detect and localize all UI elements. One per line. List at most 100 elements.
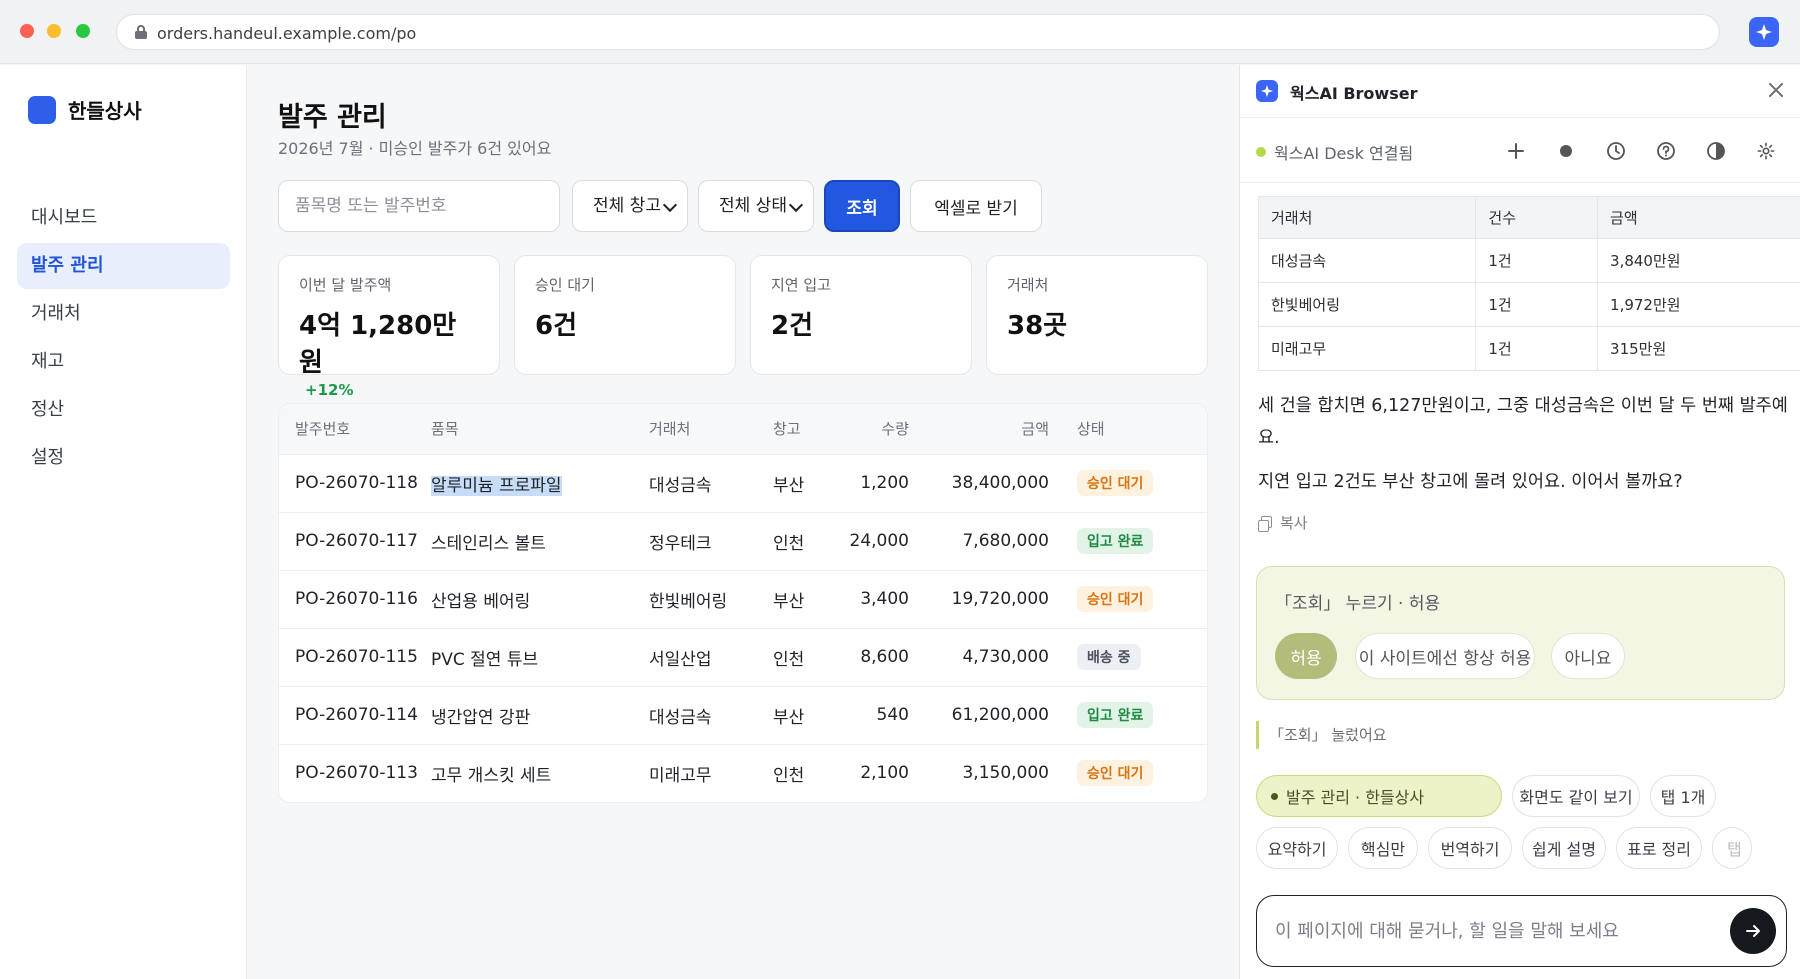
table-row[interactable]: PO-26070-118 알루미늄 프로파일 대성금속 부산 1,200 38,… xyxy=(279,453,1207,512)
allow-button[interactable]: 허용 xyxy=(1275,633,1337,679)
lock-icon xyxy=(135,25,147,39)
maximize-window-button[interactable] xyxy=(76,24,90,38)
assistant-message: 세 건을 합치면 6,127만원이고, 그중 대성금속은 이번 달 두 번째 발… xyxy=(1258,396,1788,448)
context-chip-label: 발주 관리 · 한들상사 xyxy=(1286,788,1425,807)
warehouse-select-value: 전체 창고 xyxy=(593,196,661,216)
chip-translate[interactable]: 번역하기 xyxy=(1428,827,1512,869)
summary-row: 미래고무 1건 315만원 xyxy=(1257,326,1800,371)
chip-explain-simply[interactable]: 쉽게 설명 xyxy=(1522,827,1606,869)
chip-tab-partial[interactable]: 탭 xyxy=(1712,827,1752,869)
table-row[interactable]: PO-26070-116 산업용 베어링 한빛베어링 부산 3,400 19,7… xyxy=(279,569,1207,628)
summary-row: 대성금속 1건 3,840만원 xyxy=(1257,238,1800,283)
chip-key-points[interactable]: 핵심만 xyxy=(1348,827,1418,869)
col-header-amount[interactable]: 금액 xyxy=(909,404,1049,454)
status-select[interactable]: 전체 상태 xyxy=(698,180,814,232)
stat-card-pending-approval: 승인 대기 6건 xyxy=(514,255,736,375)
send-button[interactable] xyxy=(1730,908,1776,954)
quantity: 1,200 xyxy=(833,453,909,512)
chip-to-table[interactable]: 표로 정리 xyxy=(1616,827,1702,869)
summary-cell: 한빛베어링 xyxy=(1257,282,1477,327)
warehouse: 인천 xyxy=(773,511,833,570)
summary-cell: 대성금속 xyxy=(1257,238,1477,283)
sidebar: 한들상사 대시보드 발주 관리 거래처 재고 정산 설정 xyxy=(0,65,247,979)
history-clock-icon[interactable] xyxy=(1604,139,1628,163)
quantity: 540 xyxy=(833,685,909,744)
sidebar-item-inventory[interactable]: 재고 xyxy=(17,339,230,385)
arrow-right-icon xyxy=(1746,925,1760,937)
col-header-qty[interactable]: 수량 xyxy=(833,404,909,454)
stat-value: 2건 xyxy=(771,311,814,341)
stat-label: 지연 입고 xyxy=(771,276,831,294)
table-row[interactable]: PO-26070-114 냉간압연 강판 대성금속 부산 540 61,200,… xyxy=(279,685,1207,744)
action-confirm-card: 「조회」 누르기 · 허용 허용 이 사이트에선 항상 허용 아니요 xyxy=(1256,566,1785,700)
filter-bar: 전체 창고 전체 상태 조회 엑셀로 받기 xyxy=(278,180,1238,232)
brand-name: 한들상사 xyxy=(68,99,142,123)
assistant-message: 지연 입고 2건도 부산 창고에 몰려 있어요. 이어서 볼까요? xyxy=(1258,472,1683,492)
amount: 38,400,000 xyxy=(909,453,1049,512)
col-header-warehouse[interactable]: 창고 xyxy=(773,404,833,454)
brand[interactable]: 한들상사 xyxy=(28,95,142,124)
sidebar-item-dashboard[interactable]: 대시보드 xyxy=(17,195,230,241)
col-header-order-no[interactable]: 발주번호 xyxy=(279,404,431,454)
sidebar-item-settlement[interactable]: 정산 xyxy=(17,387,230,433)
summary-header-vendor: 거래처 xyxy=(1257,196,1477,239)
col-header-vendor[interactable]: 거래처 xyxy=(649,404,773,454)
status-badge: 승인 대기 xyxy=(1077,760,1154,787)
vendor: 서일산업 xyxy=(649,627,773,686)
context-chip-current-page[interactable]: 발주 관리 · 한들상사 xyxy=(1256,775,1502,817)
minimize-window-button[interactable] xyxy=(47,24,61,38)
warehouse: 부산 xyxy=(773,569,833,628)
item-name-selected: 알루미늄 프로파일 xyxy=(431,475,562,496)
settings-gear-icon[interactable] xyxy=(1754,139,1778,163)
record-icon[interactable] xyxy=(1554,139,1578,163)
deny-button[interactable]: 아니요 xyxy=(1551,633,1625,679)
ai-assistant-button[interactable] xyxy=(1749,17,1779,47)
sidebar-item-settings[interactable]: 설정 xyxy=(17,435,230,481)
sidebar-item-vendors[interactable]: 거래처 xyxy=(17,291,230,337)
order-no: PO-26070-116 xyxy=(279,569,431,628)
item-name: 냉간압연 강판 xyxy=(431,685,649,744)
amount: 19,720,000 xyxy=(909,569,1049,628)
sidebar-item-purchase-orders[interactable]: 발주 관리 xyxy=(17,243,230,289)
table-row[interactable]: PO-26070-113 고무 개스킷 세트 미래고무 인천 2,100 3,1… xyxy=(279,743,1207,802)
contrast-icon[interactable] xyxy=(1704,139,1728,163)
brand-logo xyxy=(28,95,56,124)
stat-label: 승인 대기 xyxy=(535,276,595,294)
table-row[interactable]: PO-26070-115 PVC 절연 튜브 서일산업 인천 8,600 4,7… xyxy=(279,627,1207,686)
chip-summarize[interactable]: 요약하기 xyxy=(1256,827,1338,869)
excel-download-button[interactable]: 엑셀로 받기 xyxy=(910,180,1042,232)
col-header-status[interactable]: 상태 xyxy=(1049,404,1207,454)
col-header-item[interactable]: 품목 xyxy=(431,404,649,454)
always-allow-button[interactable]: 이 사이트에선 항상 허용 xyxy=(1355,633,1535,679)
stat-value: 4억 1,280만원 xyxy=(299,311,457,378)
chat-input[interactable] xyxy=(1275,914,1695,948)
status-badge: 입고 완료 xyxy=(1077,528,1154,554)
close-window-button[interactable] xyxy=(20,24,34,38)
panel-header: 웍스AI Browser xyxy=(1240,65,1800,118)
vendor: 미래고무 xyxy=(649,743,773,802)
warehouse: 부산 xyxy=(773,453,833,512)
chip-tab-count[interactable]: 탭 1개 xyxy=(1650,775,1716,817)
summary-cell: 미래고무 xyxy=(1257,326,1477,371)
address-bar[interactable]: orders.handeul.example.com/po xyxy=(116,14,1720,50)
query-button[interactable]: 조회 xyxy=(824,180,900,232)
panel-toolbar: 웍스AI Desk 연결됨 xyxy=(1240,119,1800,183)
vendor: 대성금속 xyxy=(649,453,773,512)
copy-button[interactable]: 복사 xyxy=(1258,512,1308,533)
chip-view-screen[interactable]: 화면도 같이 보기 xyxy=(1512,775,1640,817)
chevron-down-icon xyxy=(662,197,678,213)
search-input[interactable] xyxy=(278,180,560,232)
connection-status: 웍스AI Desk 연결됨 xyxy=(1274,144,1414,163)
chat-area: 거래처 건수 금액 대성금속 1건 3,840만원 한빛베어링 1건 1,972… xyxy=(1240,184,1800,979)
sparkle-icon xyxy=(1756,24,1772,40)
help-icon[interactable] xyxy=(1654,139,1678,163)
plus-icon[interactable] xyxy=(1504,139,1528,163)
vendor: 대성금속 xyxy=(649,685,773,744)
status-badge: 입고 완료 xyxy=(1077,702,1154,728)
summary-header-amount: 금액 xyxy=(1597,196,1800,239)
item-name: 고무 개스킷 세트 xyxy=(431,743,649,802)
page-subtitle: 2026년 7월 · 미승인 발주가 6건 있어요 xyxy=(278,139,552,158)
warehouse-select[interactable]: 전체 창고 xyxy=(572,180,688,232)
close-icon[interactable] xyxy=(1763,77,1789,103)
table-row[interactable]: PO-26070-117 스테인리스 볼트 정우테크 인천 24,000 7,6… xyxy=(279,511,1207,570)
